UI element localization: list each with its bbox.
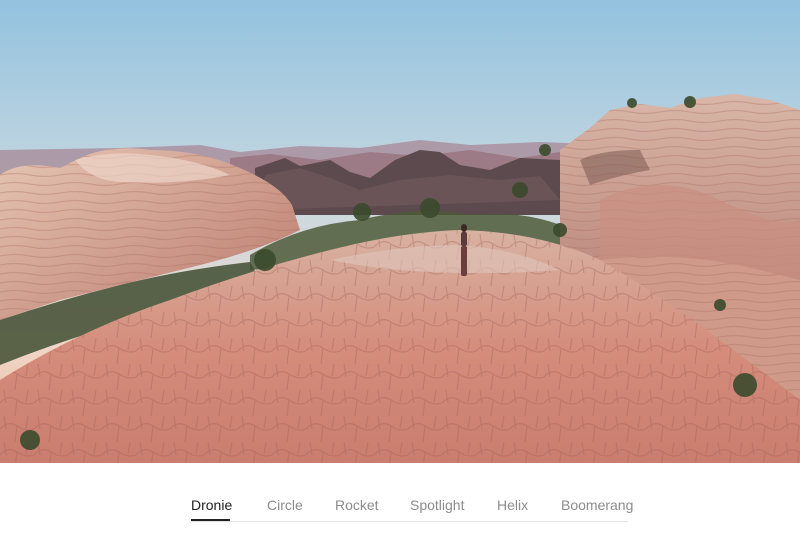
shot-mode-tab-bar xyxy=(0,463,800,533)
tab-dronie[interactable]: Dronie xyxy=(191,496,232,514)
tab-boomerang[interactable]: Boomerang xyxy=(561,496,633,514)
active-tab-indicator xyxy=(191,519,230,521)
tab-rocket[interactable]: Rocket xyxy=(335,496,379,514)
desert-landscape-illustration xyxy=(0,0,800,463)
tab-helix[interactable]: Helix xyxy=(497,496,528,514)
hero-aerial-photo xyxy=(0,0,800,463)
tab-spotlight[interactable]: Spotlight xyxy=(410,496,464,514)
tab-divider xyxy=(191,521,628,522)
tab-circle[interactable]: Circle xyxy=(267,496,303,514)
